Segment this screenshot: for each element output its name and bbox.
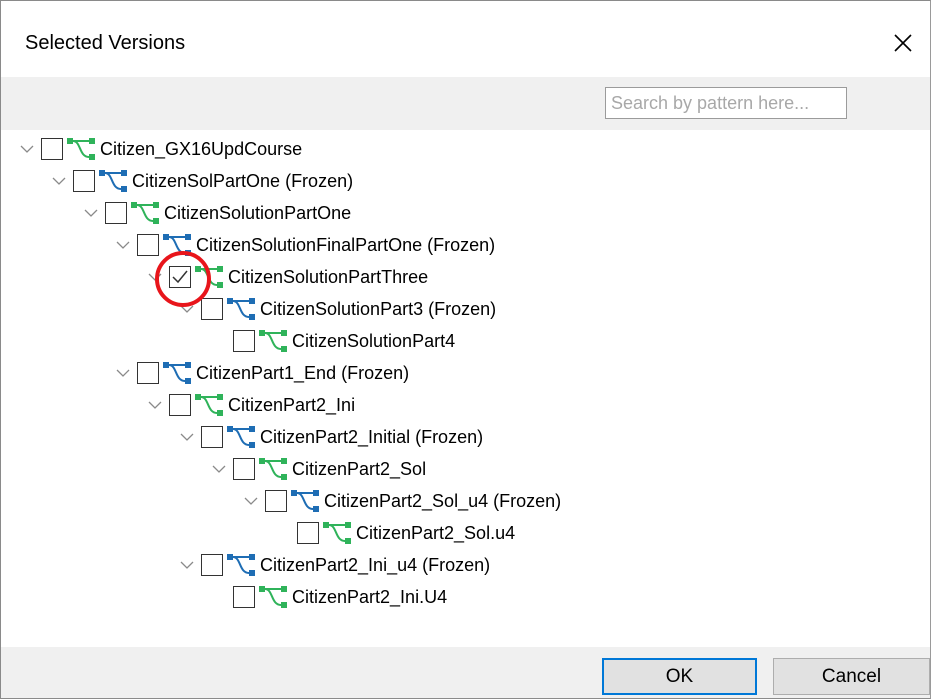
tree-item[interactable]: CitizenSolutionPartOne bbox=[81, 198, 351, 228]
version-frozen-icon bbox=[161, 359, 193, 387]
tree-item[interactable]: CitizenPart2_Ini bbox=[145, 390, 355, 420]
tree-item[interactable]: Citizen_GX16UpdCourse bbox=[17, 134, 302, 164]
tree-item-label: CitizenPart2_Sol bbox=[292, 458, 427, 479]
tree-item-label: CitizenPart1_End (Frozen) bbox=[196, 362, 410, 383]
version-green-icon bbox=[193, 391, 225, 419]
tree-item[interactable]: CitizenSolutionPart4 bbox=[209, 326, 455, 356]
tree-item-checkbox[interactable] bbox=[41, 138, 63, 160]
version-frozen-icon bbox=[225, 423, 257, 451]
chevron-down-icon[interactable] bbox=[145, 390, 165, 420]
dialog-footer: OK Cancel bbox=[1, 647, 930, 698]
version-green-icon bbox=[65, 135, 97, 163]
selected-versions-dialog: Selected Versions Citizen_GX16UpdCourseC… bbox=[0, 0, 931, 699]
tree-item[interactable]: CitizenPart2_Sol bbox=[209, 454, 426, 484]
tree-item-label: CitizenSolutionPart4 bbox=[292, 330, 456, 351]
version-frozen-icon bbox=[225, 295, 257, 323]
chevron-down-icon[interactable] bbox=[177, 550, 197, 580]
tree-item[interactable]: CitizenPart1_End (Frozen) bbox=[113, 358, 409, 388]
tree-item-checkbox[interactable] bbox=[137, 362, 159, 384]
versions-tree: Citizen_GX16UpdCourse CitizenSolPartOne (… bbox=[1, 130, 930, 647]
tree-item-checkbox[interactable] bbox=[233, 458, 255, 480]
tree-item-checkbox[interactable] bbox=[105, 202, 127, 224]
chevron-down-icon[interactable] bbox=[17, 134, 37, 164]
version-green-icon bbox=[257, 583, 289, 611]
chevron-down-icon[interactable] bbox=[145, 262, 165, 292]
tree-item-checkbox[interactable] bbox=[73, 170, 95, 192]
version-green-icon bbox=[193, 263, 225, 291]
tree-item-checkbox[interactable] bbox=[201, 298, 223, 320]
tree-item-label: CitizenSolutionFinalPartOne (Frozen) bbox=[196, 234, 496, 255]
tree-item[interactable]: CitizenPart2_Ini_u4 (Frozen) bbox=[177, 550, 490, 580]
tree-item[interactable]: CitizenSolutionPartThree bbox=[145, 262, 428, 292]
version-green-icon bbox=[257, 455, 289, 483]
tree-item[interactable]: CitizenSolutionPart3 (Frozen) bbox=[177, 294, 496, 324]
close-icon bbox=[894, 34, 912, 52]
tree-item-label: CitizenSolPartOne (Frozen) bbox=[132, 170, 354, 191]
tree-item-checkbox[interactable] bbox=[233, 586, 255, 608]
version-frozen-icon bbox=[289, 487, 321, 515]
tree-item-label: CitizenPart2_Sol_u4 (Frozen) bbox=[324, 490, 562, 511]
close-button[interactable] bbox=[883, 25, 923, 61]
chevron-down-icon[interactable] bbox=[241, 486, 261, 516]
tree-item[interactable]: CitizenPart2_Sol_u4 (Frozen) bbox=[241, 486, 561, 516]
tree-item-label: CitizenPart2_Sol.u4 bbox=[356, 522, 516, 543]
tree-item[interactable]: CitizenSolPartOne (Frozen) bbox=[49, 166, 353, 196]
tree-item[interactable]: CitizenPart2_Ini.U4 bbox=[209, 582, 447, 612]
check-icon bbox=[172, 270, 188, 284]
tree-item-label: CitizenPart2_Ini_u4 (Frozen) bbox=[260, 554, 491, 575]
chevron-down-icon[interactable] bbox=[209, 454, 229, 484]
dialog-title: Selected Versions bbox=[25, 32, 186, 54]
chevron-down-icon[interactable] bbox=[113, 358, 133, 388]
chevron-down-icon[interactable] bbox=[49, 166, 69, 196]
version-green-icon bbox=[257, 327, 289, 355]
chevron-down-icon[interactable] bbox=[113, 230, 133, 260]
tree-item-checkbox[interactable] bbox=[137, 234, 159, 256]
search-input[interactable] bbox=[605, 87, 847, 119]
tree-item-checkbox[interactable] bbox=[265, 490, 287, 512]
chevron-down-icon[interactable] bbox=[81, 198, 101, 228]
version-frozen-icon bbox=[161, 231, 193, 259]
tree-item-label: CitizenPart2_Ini.U4 bbox=[292, 586, 448, 607]
version-frozen-icon bbox=[225, 551, 257, 579]
version-green-icon bbox=[129, 199, 161, 227]
ok-button[interactable]: OK bbox=[602, 658, 757, 695]
tree-item-checkbox[interactable] bbox=[233, 330, 255, 352]
tree-item-label: CitizenPart2_Initial (Frozen) bbox=[260, 426, 484, 447]
version-green-icon bbox=[321, 519, 353, 547]
tree-item[interactable]: CitizenPart2_Initial (Frozen) bbox=[177, 422, 483, 452]
chevron-down-icon[interactable] bbox=[177, 294, 197, 324]
tree-item-label: CitizenSolutionPart3 (Frozen) bbox=[260, 298, 497, 319]
chevron-down-icon[interactable] bbox=[177, 422, 197, 452]
tree-item-label: CitizenSolutionPartOne bbox=[164, 202, 352, 223]
title-bar: Selected Versions bbox=[1, 1, 930, 77]
tree-item[interactable]: CitizenSolutionFinalPartOne (Frozen) bbox=[113, 230, 495, 260]
tree-item-checkbox[interactable] bbox=[201, 554, 223, 576]
tree-item-label: Citizen_GX16UpdCourse bbox=[100, 138, 303, 159]
tree-item-label: CitizenSolutionPartThree bbox=[228, 266, 429, 287]
search-toolbar bbox=[1, 77, 930, 130]
cancel-button[interactable]: Cancel bbox=[773, 658, 930, 695]
tree-item-checkbox[interactable] bbox=[297, 522, 319, 544]
tree-item-label: CitizenPart2_Ini bbox=[228, 394, 356, 415]
tree-item-checkbox[interactable] bbox=[201, 426, 223, 448]
tree-item-checkbox[interactable] bbox=[169, 394, 191, 416]
tree-item-checkbox[interactable] bbox=[169, 266, 191, 288]
tree-item[interactable]: CitizenPart2_Sol.u4 bbox=[273, 518, 515, 548]
version-frozen-icon bbox=[97, 167, 129, 195]
